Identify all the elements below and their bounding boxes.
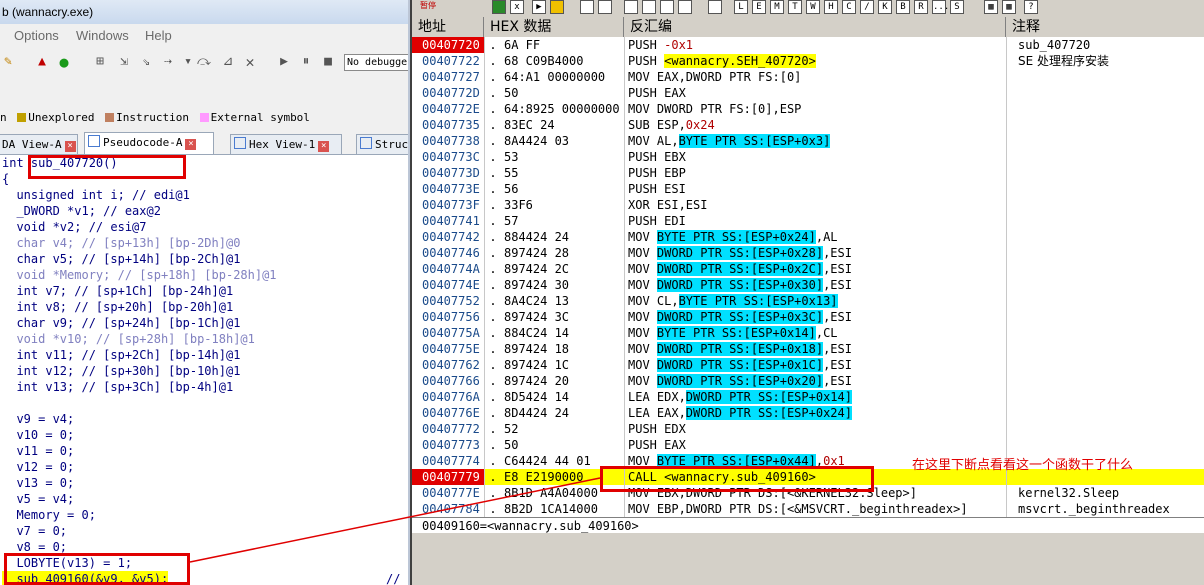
annotation-arrow [189,477,601,563]
annotation-text: 在这里下断点看看这一个函数干了什么 [912,458,1134,473]
